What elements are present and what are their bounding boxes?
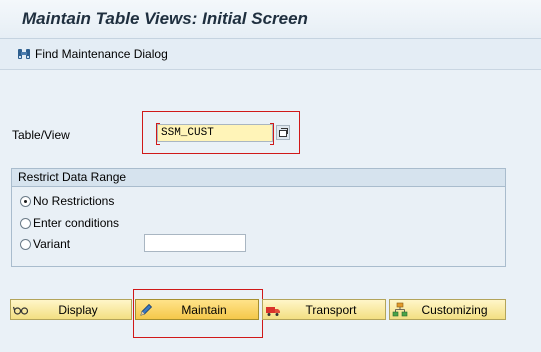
title-bar: Maintain Table Views: Initial Screen xyxy=(0,0,541,39)
radio-button-selected[interactable] xyxy=(20,195,31,207)
customizing-button[interactable]: Customizing xyxy=(389,299,506,320)
hierarchy-icon xyxy=(392,302,408,317)
group-title: Restrict Data Range xyxy=(12,169,505,187)
value-help-icon[interactable] xyxy=(276,125,290,140)
application-toolbar: Find Maintenance Dialog xyxy=(0,39,541,70)
radio-button[interactable] xyxy=(20,238,31,250)
variant-input[interactable] xyxy=(144,234,246,252)
radio-no-restrictions[interactable]: No Restrictions xyxy=(20,194,114,208)
display-button-label: Display xyxy=(58,302,98,317)
page-title: Maintain Table Views: Initial Screen xyxy=(22,9,308,28)
truck-icon xyxy=(266,307,280,316)
transport-button[interactable]: Transport xyxy=(262,299,386,320)
transport-button-label: Transport xyxy=(305,302,357,317)
restrict-data-range-group: Restrict Data Range No Restrictions Ente… xyxy=(11,168,506,267)
radio-enter-conditions[interactable]: Enter conditions xyxy=(20,216,119,230)
radio-label-enter-conditions: Enter conditions xyxy=(33,216,120,230)
find-maintenance-dialog-label: Find Maintenance Dialog xyxy=(35,47,168,61)
radio-button[interactable] xyxy=(20,217,31,229)
binoculars-icon xyxy=(18,49,30,59)
table-view-label: Table/View xyxy=(12,128,70,142)
radio-label-variant: Variant xyxy=(33,237,71,251)
display-button[interactable]: Display xyxy=(10,299,132,320)
highlight-frame-maintain xyxy=(133,289,263,338)
find-maintenance-dialog-button[interactable]: Find Maintenance Dialog xyxy=(16,46,168,62)
table-view-input[interactable]: SSM_CUST xyxy=(156,123,274,145)
radio-label-no-restrictions: No Restrictions xyxy=(33,194,115,208)
glasses-icon xyxy=(13,306,29,315)
radio-variant[interactable]: Variant xyxy=(20,237,70,251)
